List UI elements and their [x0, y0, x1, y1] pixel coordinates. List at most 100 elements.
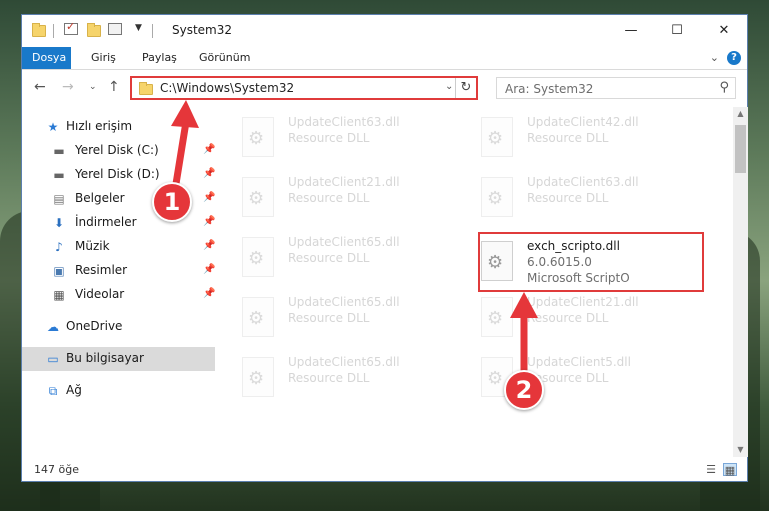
folder-icon	[139, 82, 153, 95]
maximize-button[interactable]: ☐	[654, 15, 700, 47]
dll-file-icon	[481, 297, 513, 337]
file-item[interactable]: UpdateClient63.dll Resource DLL	[234, 111, 464, 163]
file-item[interactable]: UpdateClient42.dll Resource DLL	[473, 111, 703, 163]
dll-file-icon	[242, 357, 274, 397]
file-item[interactable]: UpdateClient65.dll Resource DLL	[234, 291, 464, 343]
sidebar-item-label: OneDrive	[66, 319, 123, 333]
status-bar: 147 öğe ☰ ▦	[22, 459, 747, 481]
music-icon: ♪	[55, 240, 63, 254]
address-dropdown-icon[interactable]: ⌄	[445, 81, 453, 92]
drive-icon: ▬	[53, 144, 65, 158]
file-name: UpdateClient21.dll	[527, 295, 639, 309]
help-icon[interactable]: ?	[727, 51, 741, 65]
file-description: Resource DLL	[288, 311, 370, 325]
sidebar-item-pictures[interactable]: ▣ Resimler 📌	[22, 259, 215, 283]
dll-file-icon	[242, 297, 274, 337]
pictures-icon: ▣	[53, 264, 65, 278]
sidebar-item-network[interactable]: ⧉ Ağ	[22, 379, 215, 403]
details-view-icon[interactable]: ☰	[704, 463, 718, 476]
sidebar-item-label: Bu bilgisayar	[66, 351, 144, 365]
tab-share[interactable]: Paylaş	[132, 47, 187, 69]
file-item[interactable]: UpdateClient65.dll Resource DLL	[234, 231, 464, 283]
drive-icon: ▬	[53, 168, 65, 182]
address-path[interactable]: C:\Windows\System32	[160, 81, 294, 95]
file-name: UpdateClient21.dll	[288, 175, 400, 189]
search-icon[interactable]: ⚲	[719, 80, 729, 95]
file-item[interactable]: UpdateClient21.dll Resource DLL	[234, 171, 464, 223]
navigation-bar: ← → ⌄ ↑ C:\Windows\System32 ⌄ ↻ ⚲	[22, 70, 747, 106]
forward-arrow-icon[interactable]: →	[62, 79, 74, 95]
sidebar-item-label: Hızlı erişim	[66, 119, 133, 133]
close-button[interactable]: ✕	[701, 15, 747, 47]
properties-checkbox-icon[interactable]	[64, 20, 78, 35]
cloud-icon: ☁	[47, 320, 59, 334]
file-list: UpdateClient63.dll Resource DLL UpdateCl…	[216, 107, 733, 457]
pin-icon[interactable]: 📌	[203, 144, 215, 155]
scroll-down-icon[interactable]: ▼	[733, 443, 748, 457]
file-name: UpdateClient65.dll	[288, 295, 400, 309]
pin-icon[interactable]: 📌	[203, 264, 215, 275]
sidebar-item-label: Yerel Disk (D:)	[75, 167, 160, 181]
documents-icon: ▤	[53, 192, 65, 206]
pin-icon[interactable]: 📌	[203, 288, 215, 299]
minimize-button[interactable]: —	[608, 15, 654, 47]
up-arrow-icon[interactable]: ↑	[108, 79, 120, 95]
file-name: UpdateClient5.dll	[527, 355, 631, 369]
sidebar-item-videos[interactable]: ▦ Videolar 📌	[22, 283, 215, 307]
pin-icon[interactable]: 📌	[203, 192, 215, 203]
star-icon: ★	[47, 120, 59, 134]
sidebar-item-label: Ağ	[66, 383, 82, 397]
sidebar-item-local-disk-c[interactable]: ▬ Yerel Disk (C:) 📌	[22, 139, 215, 163]
sidebar-item-onedrive[interactable]: ☁ OneDrive	[22, 315, 215, 339]
navigation-pane: ★ Hızlı erişim ▬ Yerel Disk (C:) 📌 ▬ Yer…	[22, 107, 215, 457]
recent-locations-icon[interactable]: ⌄	[89, 82, 97, 92]
pin-icon[interactable]: 📌	[203, 168, 215, 179]
vertical-scrollbar[interactable]: ▲ ▼	[733, 107, 748, 457]
dll-file-icon	[242, 117, 274, 157]
title-bar: ▼ System32 — ☐ ✕	[22, 15, 747, 47]
back-arrow-icon[interactable]: ←	[34, 79, 46, 95]
dll-file-icon	[242, 177, 274, 217]
file-description: Resource DLL	[288, 251, 370, 265]
quick-access-dropdown-icon[interactable]: ▼	[135, 23, 142, 33]
refresh-icon[interactable]: ↻	[455, 78, 476, 98]
file-name: UpdateClient42.dll	[527, 115, 639, 129]
tab-view[interactable]: Görünüm	[189, 47, 260, 69]
tab-file[interactable]: Dosya	[22, 47, 71, 69]
dll-file-icon	[481, 177, 513, 217]
computer-icon: ▭	[47, 352, 59, 366]
network-icon: ⧉	[48, 384, 58, 398]
sidebar-item-local-disk-d[interactable]: ▬ Yerel Disk (D:) 📌	[22, 163, 215, 187]
expand-ribbon-icon[interactable]: ⌄	[710, 51, 719, 64]
sidebar-item-music[interactable]: ♪ Müzik 📌	[22, 235, 215, 259]
new-folder-icon[interactable]	[87, 23, 101, 37]
scroll-thumb[interactable]	[735, 125, 746, 173]
file-description: Resource DLL	[288, 191, 370, 205]
search-box[interactable]: ⚲	[496, 77, 736, 99]
step-1-marker: 1	[152, 182, 192, 222]
search-input[interactable]	[503, 80, 707, 98]
pin-icon[interactable]: 📌	[203, 216, 215, 227]
file-description: Resource DLL	[288, 131, 370, 145]
customize-toolbar-icon[interactable]	[108, 23, 122, 35]
sidebar-item-label: Müzik	[75, 239, 110, 253]
file-name: UpdateClient63.dll	[527, 175, 639, 189]
file-name: UpdateClient63.dll	[288, 115, 400, 129]
scroll-up-icon[interactable]: ▲	[733, 107, 748, 121]
file-description: Resource DLL	[527, 191, 609, 205]
file-description: Resource DLL	[527, 131, 609, 145]
large-icons-view-icon[interactable]: ▦	[723, 463, 737, 477]
highlight-box	[478, 232, 704, 292]
pin-icon[interactable]: 📌	[203, 240, 215, 251]
sidebar-item-quick-access[interactable]: ★ Hızlı erişim	[22, 115, 215, 139]
sidebar-item-label: İndirmeler	[75, 215, 137, 229]
file-item[interactable]: UpdateClient21.dll Resource DLL	[473, 291, 703, 343]
file-item[interactable]: UpdateClient65.dll Resource DLL	[234, 351, 464, 403]
window-title: System32	[172, 23, 233, 37]
divider	[53, 24, 54, 38]
ribbon-tabs: Dosya Giriş Paylaş Görünüm ⌄ ?	[22, 47, 747, 70]
sidebar-item-this-pc[interactable]: ▭ Bu bilgisayar	[22, 347, 215, 371]
file-item[interactable]: UpdateClient63.dll Resource DLL	[473, 171, 703, 223]
address-bar[interactable]: C:\Windows\System32 ⌄ ↻	[130, 76, 478, 100]
tab-home[interactable]: Giriş	[81, 47, 126, 69]
